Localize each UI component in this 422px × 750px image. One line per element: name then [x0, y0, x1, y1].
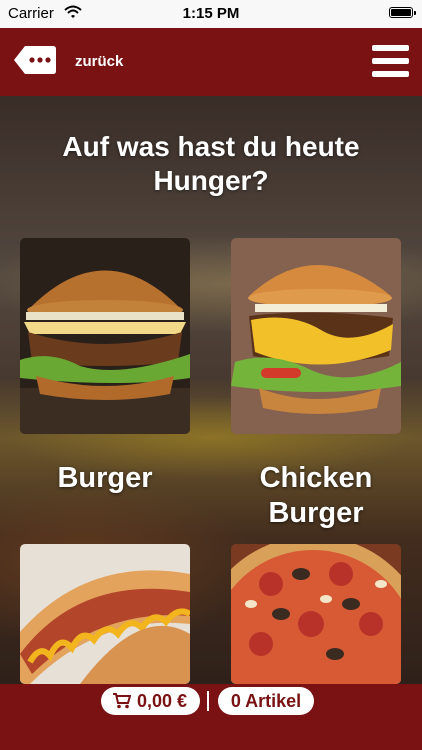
category-tile-pizza[interactable] [231, 544, 401, 684]
cart-total-amount: 0,00 € [137, 691, 188, 711]
clock: 1:15 PM [182, 5, 240, 22]
battery-icon [389, 7, 416, 18]
hotdog-image [20, 544, 190, 684]
back-label[interactable]: zurück [75, 53, 123, 70]
back-button[interactable] [13, 44, 57, 76]
cart-total-button[interactable]: 0,00 € [101, 687, 200, 715]
category-tile-chicken-burger[interactable] [231, 238, 401, 434]
category-tile-burger[interactable] [20, 238, 190, 434]
page-title: Auf was hast du heute Hunger? [62, 131, 360, 196]
cart-items-button[interactable]: 0 Artikel [218, 687, 314, 715]
divider [207, 691, 209, 711]
category-tile-hotdog[interactable] [20, 544, 190, 684]
pizza-image [231, 544, 401, 684]
chicken-burger-image [231, 238, 401, 434]
menu-icon[interactable] [372, 45, 409, 77]
category-label-burger[interactable]: Burger [20, 461, 190, 496]
category-label-chicken-burger[interactable]: Chicken Burger [231, 461, 401, 531]
status-bar: Carrier 1:15 PM [0, 0, 422, 28]
cart-item-count: 0 Artikel [230, 691, 302, 711]
burger-image [20, 238, 190, 434]
nav-bar: zurück [0, 28, 422, 96]
cart-bar: 0,00 € 0 Artikel [0, 684, 422, 750]
shopping-cart-icon [113, 693, 131, 709]
